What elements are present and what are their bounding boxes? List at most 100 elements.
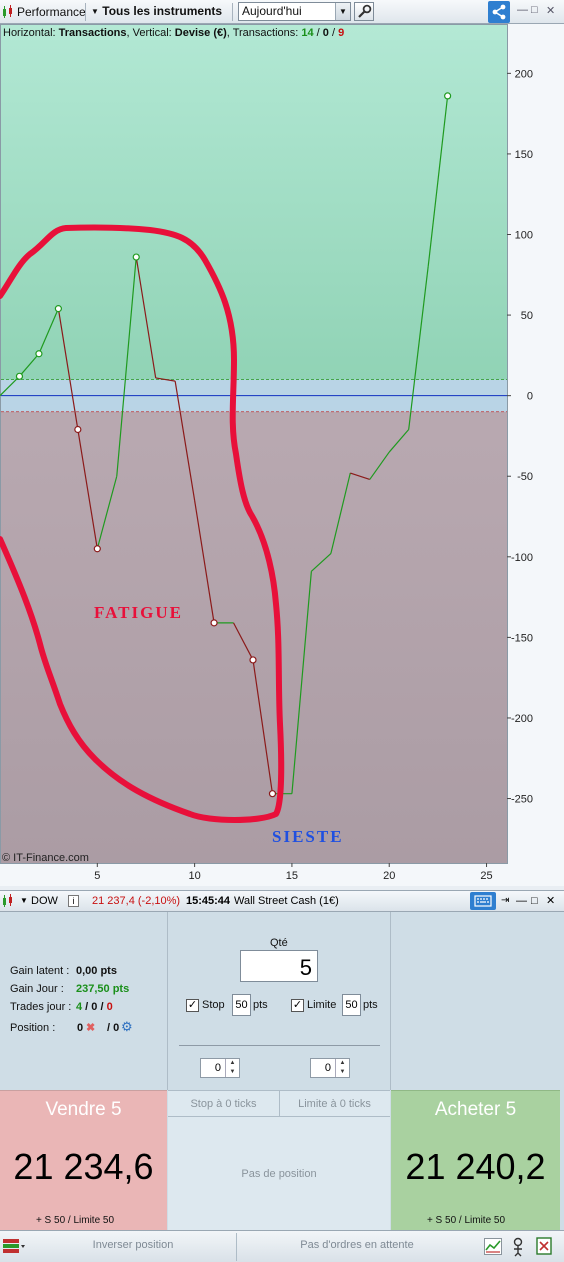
instrument-description: Wall Street Cash (1€) [234,895,339,907]
spinner-arrows-icon[interactable]: ▲ ▼ [335,1059,349,1077]
y-tick-label: 200 [515,68,533,80]
x-tick-label: 5 [94,870,100,882]
gain-latent-label: Gain latent : [10,965,70,977]
period-select[interactable]: Aujourd'hui ▼ [238,2,351,21]
data-point [132,253,140,261]
data-point [268,790,277,798]
performance-label[interactable]: Performance [17,5,86,19]
instruments-label: Tous les instruments [102,4,223,18]
stop-ticks-spinner[interactable]: 0 ▲ ▼ [200,1058,240,1078]
instrument-bar: ▼ DOW i 21 237,4 (-2,10%) 15:45:44 Wall … [0,890,564,912]
reverse-position-button[interactable]: Inverser position [30,1239,236,1251]
y-tick-label: -250 [511,794,533,806]
y-tick-label: 100 [515,230,533,242]
sell-price: 21 234,6 [13,1146,154,1187]
chevron-down-icon: ▼ [91,7,99,16]
export-icon[interactable] [536,1237,554,1256]
chart-info: Horizontal: Transactions, Vertical: Devi… [3,27,344,39]
performance-chart: 200 150 100 50 0 -50 -100 -150 -200 -250 5 10 15 20 2… [0,24,564,886]
copyright-label: © IT-Finance.com [2,852,89,864]
buy-label: Acheter 5 [434,1099,517,1120]
spinner-arrows-icon[interactable]: ▲ ▼ [225,1059,239,1077]
stop-input[interactable]: 50 [232,994,251,1016]
position-label: Position : [10,1022,56,1034]
restore-icon[interactable]: □ [531,4,538,16]
close-position-icon[interactable]: ✖ [86,1021,95,1034]
chart-toolbar: Performance ▼ Tous les instruments Aujou… [0,0,564,24]
position-value-b: / 0 [107,1022,120,1034]
y-tick-label: -150 [511,632,533,644]
x-tick-label: 25 [480,870,492,882]
order-panel: Gain latent : 0,00 pts Gain Jour : 237,5… [0,912,564,1230]
grid-menu-icon[interactable] [3,1238,25,1254]
instrument-name[interactable]: DOW [31,891,58,911]
instrument-price: 21 237,4 (-2,10%) [92,895,181,907]
buy-sub: + S 50 / Limite 50 [426,1215,506,1226]
buy-button[interactable]: Acheter 5 21 240,2 + S 50 / Limite 50 [391,1090,560,1230]
y-tick-label: -50 [517,471,533,483]
qty-input[interactable]: 5 [240,950,318,982]
y-tick-label: -200 [511,713,533,725]
negative-zone [1,395,507,863]
limit-ticks-spinner[interactable]: 0 ▲ ▼ [310,1058,350,1078]
period-value: Aujourd'hui [242,4,302,18]
minimize-icon[interactable]: — [517,4,528,16]
instruments-dropdown[interactable]: ▼ Tous les instruments [91,4,222,18]
data-point [54,305,62,313]
data-point [74,425,82,434]
stop-checkbox[interactable]: ✓ [186,999,199,1012]
gain-latent-value: 0,00 pts [76,965,117,977]
stop-ticks-label: Stop à 0 ticks [190,1098,257,1110]
close-icon[interactable]: ✕ [546,4,555,17]
no-position-label: Pas de position [241,1168,317,1180]
buy-price: 21 240,2 [405,1146,546,1187]
gain-jour-value: 237,50 pts [76,983,130,995]
y-tick-label: 50 [521,310,533,322]
sell-sub: + S 50 / Limite 50 [35,1215,115,1226]
info-icon[interactable]: i [68,895,79,907]
ticks-header: Stop à 0 ticks Limite à 0 ticks [168,1090,390,1118]
x-tick-label: 20 [383,870,395,882]
pending-orders-label[interactable]: Pas d'ordres en attente [237,1239,477,1251]
candlestick-icon [2,5,14,19]
stop-unit: pts [253,999,268,1011]
stop-label: Stop [202,999,225,1011]
x-tick-label: 15 [286,870,298,882]
limit-input[interactable]: 50 [342,994,361,1016]
trades-label: Trades jour : [10,1001,72,1013]
data-point [444,92,452,100]
robot-icon[interactable] [510,1237,528,1257]
limit-ticks-label: Limite à 0 ticks [298,1098,371,1110]
y-tick-label: 150 [515,149,533,161]
chart-check-icon[interactable] [484,1238,502,1255]
data-point [210,619,218,627]
instrument-time: 15:45:44 [186,895,231,907]
keyboard-icon[interactable] [470,892,496,910]
position-value-a: 0 [77,1022,84,1034]
share-icon[interactable] [488,1,510,23]
limit-checkbox[interactable]: ✓ [291,999,304,1012]
bottom-bar: Inverser position Pas d'ordres en attent… [0,1230,564,1262]
sell-label: Vendre 5 [45,1099,122,1120]
candlestick-icon[interactable] [2,894,14,908]
data-point [249,656,257,664]
pin-icon[interactable]: ⇥ [501,891,509,911]
wrench-icon[interactable] [354,2,374,21]
data-point [35,350,43,358]
sieste-annotation: SIESTE [272,827,344,846]
chevron-down-icon[interactable]: ▼ [20,891,28,911]
close-icon[interactable]: ✕ [546,891,555,911]
trades-value: 4 / 0 / 0 [76,1001,113,1013]
x-tick-label: 10 [188,870,200,882]
limit-unit: pts [363,999,378,1011]
gain-jour-label: Gain Jour : [10,983,64,995]
minimize-icon[interactable]: — [516,891,527,911]
restore-icon[interactable]: □ [531,891,538,911]
fatigue-annotation: FATIGUE [94,603,183,622]
chevron-down-icon[interactable]: ▼ [335,3,350,20]
settings-icon[interactable]: ⚙ [121,1019,133,1035]
limit-label: Limite [307,999,337,1011]
y-tick-label: -100 [511,552,533,564]
qty-label: Qté [270,937,288,949]
sell-button[interactable]: Vendre 5 21 234,6 + S 50 / Limite 50 [0,1090,167,1230]
